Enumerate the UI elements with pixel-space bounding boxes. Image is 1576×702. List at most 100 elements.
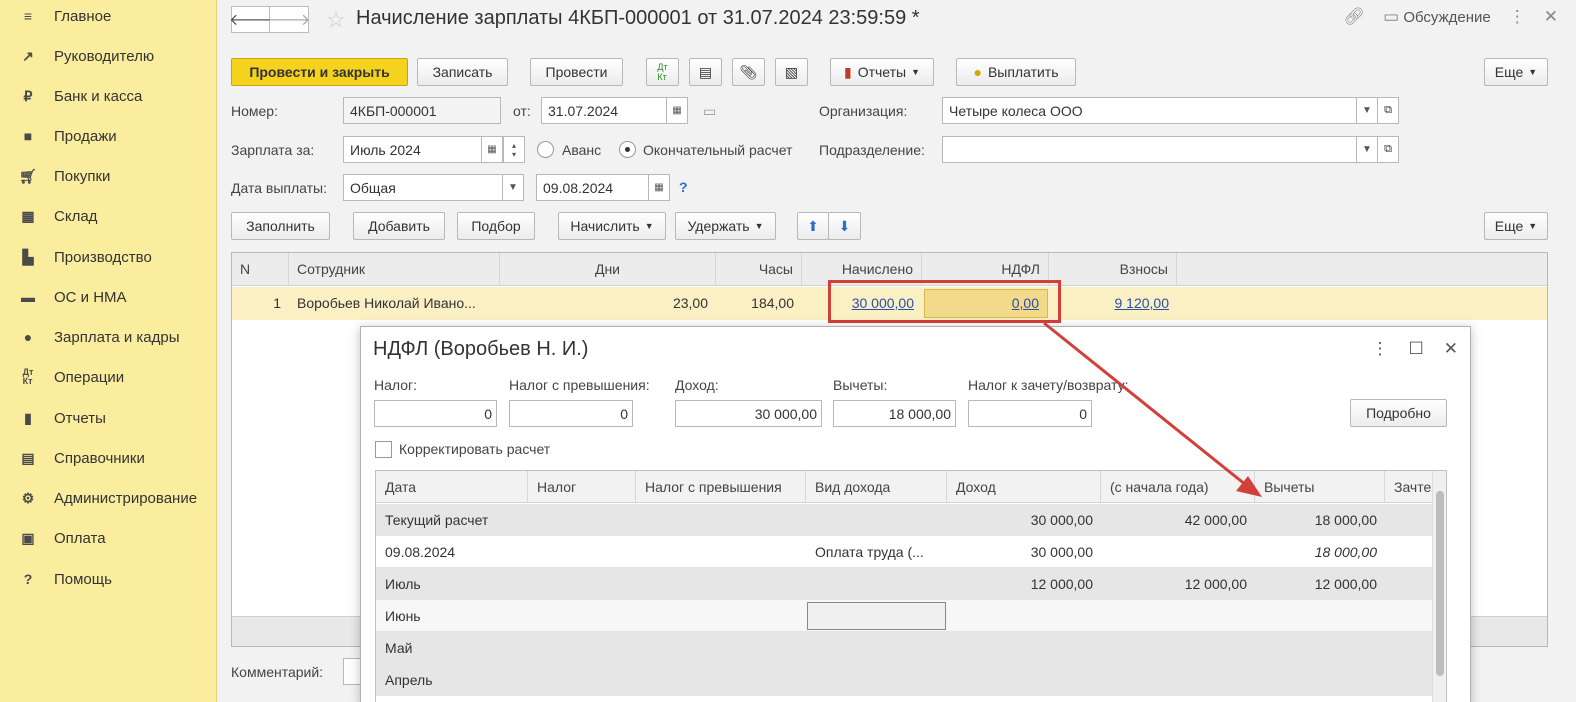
post-button[interactable]: Провести <box>530 58 623 86</box>
back-button[interactable]: 🡐 <box>229 6 272 33</box>
col-tax[interactable]: Налог <box>528 471 636 503</box>
hours-cell[interactable]: 184,00 <box>716 287 802 320</box>
close-icon[interactable]: ✕ <box>1444 339 1458 359</box>
sidebar-item-director[interactable]: ↗ Руководителю <box>0 36 217 76</box>
col-income[interactable]: Доход <box>947 471 1101 503</box>
income-field[interactable]: 30 000,00 <box>675 400 822 427</box>
sidebar-item-production[interactable]: ▙ Производство <box>0 237 217 277</box>
pay-button[interactable]: ● Выплатить <box>956 58 1076 86</box>
table-row[interactable]: Май <box>376 632 1432 664</box>
more-button[interactable]: Еще ▼ <box>1484 58 1548 86</box>
scrollbar[interactable] <box>1432 471 1446 702</box>
forward-button[interactable]: 🡒 <box>268 6 310 33</box>
open-org-button[interactable]: ⧉ <box>1377 97 1399 124</box>
chevron-down-icon[interactable]: ▼ <box>1356 97 1378 124</box>
dept-field[interactable]: ▼ <box>942 136 1378 163</box>
col-date[interactable]: Дата <box>376 471 528 503</box>
col-days[interactable]: Дни <box>500 253 716 286</box>
sidebar-item-assets[interactable]: ▬ ОС и НМА <box>0 277 217 317</box>
paperclip-icon: 📎︎ <box>739 63 758 80</box>
calculator-icon: ▤ <box>698 63 713 80</box>
calendar-icon[interactable]: ▦ <box>666 97 688 124</box>
date-cell: Июнь <box>385 608 421 624</box>
table-row[interactable]: Июль 12 000,00 12 000,00 12 000,00 <box>376 568 1432 600</box>
fill-button[interactable]: Заполнить <box>231 212 330 240</box>
col-income-kind[interactable]: Вид дохода <box>806 471 947 503</box>
withhold-button[interactable]: Удержать ▼ <box>675 212 776 240</box>
post-close-button[interactable]: Провести и закрыть <box>231 58 408 86</box>
advance-radio[interactable] <box>537 141 554 158</box>
reports-button[interactable]: ▮ Отчеты ▼ <box>830 58 934 86</box>
sidebar-item-payment[interactable]: ▣ Оплата <box>0 518 217 558</box>
tax-excess-field[interactable]: 0 <box>509 400 633 427</box>
col-employee[interactable]: Сотрудник <box>289 253 500 286</box>
salary-month-field[interactable]: Июль 2024 ▦ ▴ ▾ <box>343 136 525 163</box>
star-icon[interactable]: ☆ <box>326 6 346 33</box>
attach-button[interactable]: 📎︎ <box>732 58 765 86</box>
more-vertical-icon[interactable]: ⋮ <box>1509 7 1526 27</box>
open-dept-button[interactable]: ⧉ <box>1377 136 1399 163</box>
sidebar-item-help[interactable]: ? Помощь <box>0 559 217 599</box>
employee-cell[interactable]: Воробьев Николай Ивано... <box>289 287 500 320</box>
sidebar-item-reports[interactable]: ▮ Отчеты <box>0 398 217 438</box>
col-tax-excess[interactable]: Налог с превышения <box>636 471 806 503</box>
col-offset[interactable]: Зачте <box>1385 471 1435 503</box>
more-vertical-icon[interactable]: ⋮ <box>1372 339 1389 359</box>
table-more-button[interactable]: Еще ▼ <box>1484 212 1548 240</box>
sidebar-item-purchases[interactable]: 🛒︎ Покупки <box>0 156 217 196</box>
info-icon[interactable]: ▭ <box>703 103 716 120</box>
table-row[interactable]: Текущий расчет 30 000,00 42 000,00 18 00… <box>376 504 1432 536</box>
col-n[interactable]: N <box>232 253 289 286</box>
details-button[interactable]: Подробно <box>1350 399 1447 427</box>
number-field[interactable]: 4КБП-000001 <box>343 97 501 124</box>
accrue-button[interactable]: Начислить ▼ <box>558 212 666 240</box>
sidebar-item-salary[interactable]: ● Зарплата и кадры <box>0 317 217 357</box>
col-hours[interactable]: Часы <box>716 253 802 286</box>
stepper-icon[interactable]: ▴ ▾ <box>503 136 525 163</box>
help-icon[interactable]: ? <box>679 179 688 195</box>
col-contributions[interactable]: Взносы <box>1049 253 1177 286</box>
discuss-button[interactable]: ▭ Обсуждение <box>1383 7 1491 27</box>
pick-button[interactable]: Подбор <box>457 212 535 240</box>
sidebar-item-main[interactable]: ≡ Главное <box>0 0 217 36</box>
sidebar-item-bank[interactable]: ₽ Банк и касса <box>0 76 217 116</box>
income-kind-editor[interactable] <box>807 602 946 630</box>
table-row[interactable]: Апрель <box>376 664 1432 696</box>
pay-type-select[interactable]: Общая ▼ <box>343 174 524 201</box>
sidebar-item-warehouse[interactable]: ▦ Склад <box>0 196 217 236</box>
date-cell: Апрель <box>385 672 433 688</box>
org-field[interactable]: Четыре колеса ООО ▼ <box>942 97 1378 124</box>
maximize-icon[interactable]: ☐ <box>1409 339 1424 359</box>
calculator-button[interactable]: ▤ <box>689 58 722 86</box>
final-radio[interactable] <box>619 141 636 158</box>
sidebar-item-references[interactable]: ▤ Справочники <box>0 438 217 478</box>
scrollbar-thumb[interactable] <box>1436 491 1444 676</box>
move-down-button[interactable]: ⬇ <box>828 212 861 240</box>
close-icon[interactable]: ✕ <box>1544 7 1558 27</box>
tax-field[interactable]: 0 <box>374 400 497 427</box>
chevron-down-icon[interactable]: ▼ <box>502 174 524 201</box>
col-ytd[interactable]: (с начала года) <box>1101 471 1255 503</box>
save-button[interactable]: Записать <box>417 58 508 86</box>
calendar-icon[interactable]: ▦ <box>648 174 670 201</box>
sidebar-item-admin[interactable]: ⚙ Администрирование <box>0 478 217 518</box>
table-row[interactable]: 09.08.2024 Оплата труда (... 30 000,00 1… <box>376 536 1432 568</box>
table-row[interactable]: Июнь <box>376 600 1432 632</box>
structure-button[interactable]: ▧ <box>775 58 808 86</box>
deductions-field[interactable]: 18 000,00 <box>833 400 956 427</box>
dt-kt-button[interactable]: Дт Кт <box>646 58 679 86</box>
calendar-icon[interactable]: ▦ <box>481 136 503 163</box>
chevron-down-icon[interactable]: ▼ <box>1356 136 1378 163</box>
move-up-button[interactable]: ⬆ <box>797 212 829 240</box>
days-cell[interactable]: 23,00 <box>500 287 716 320</box>
pay-date-field[interactable]: 09.08.2024 ▦ <box>536 174 670 201</box>
correct-checkbox[interactable] <box>375 441 392 458</box>
link-icon[interactable]: 🔗︎ <box>1344 7 1366 27</box>
sidebar-item-operations[interactable]: Дт Кт Операции <box>0 357 217 397</box>
col-deductions[interactable]: Вычеты <box>1255 471 1385 503</box>
offset-field[interactable]: 0 <box>968 400 1092 427</box>
sidebar-item-sales[interactable]: ■ Продажи <box>0 116 217 156</box>
contrib-cell[interactable]: 9 120,00 <box>1049 287 1177 320</box>
date-field[interactable]: 31.07.2024 ▦ <box>541 97 688 124</box>
add-button[interactable]: Добавить <box>353 212 445 240</box>
